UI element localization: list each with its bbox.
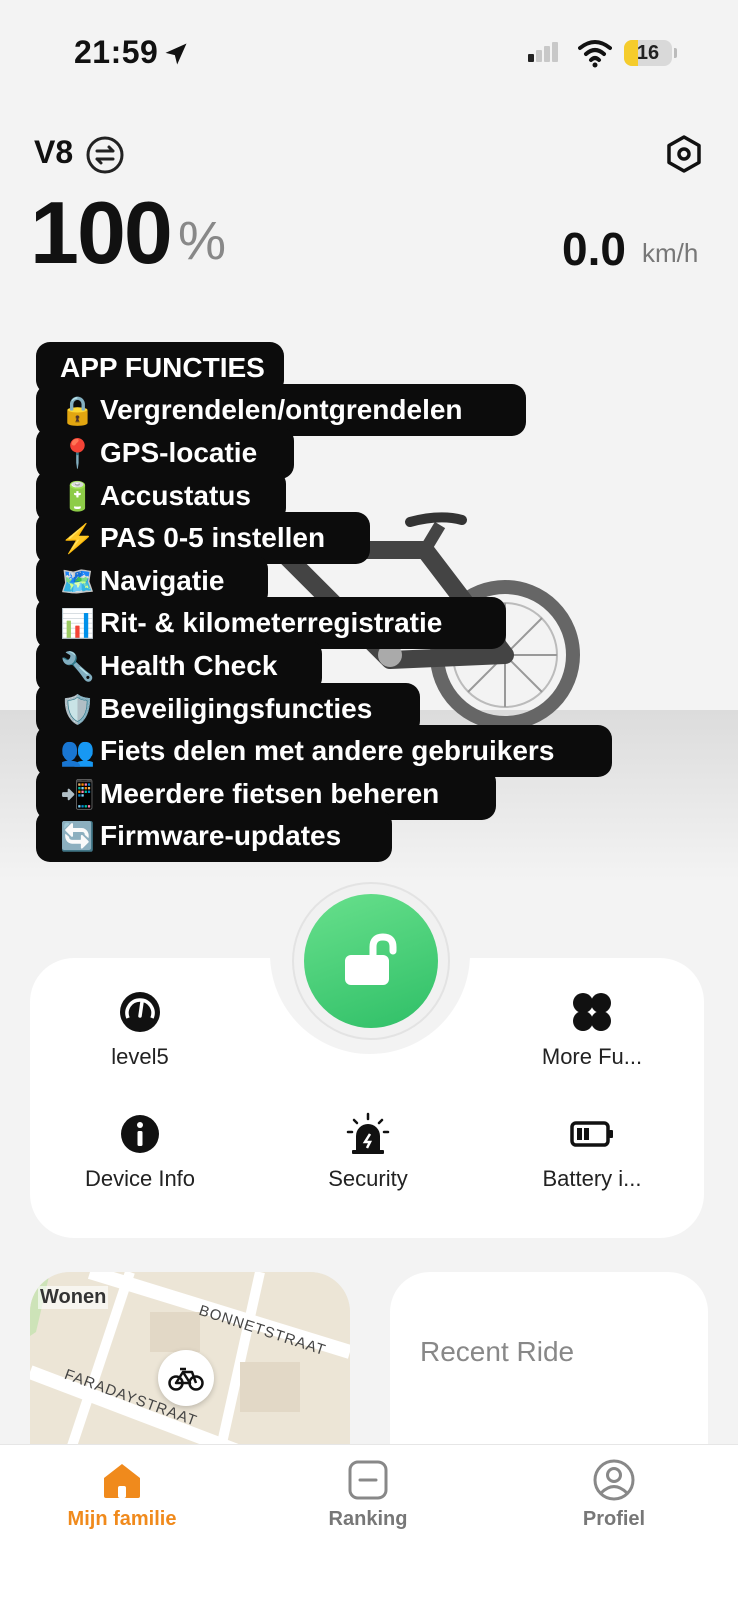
unlock-icon — [345, 933, 397, 985]
pin-icon: 📍 — [60, 437, 95, 469]
settings-hex-icon[interactable] — [664, 134, 704, 174]
overlay-item-text: Accustatus — [100, 480, 251, 511]
battery-info-label: Battery i... — [542, 1166, 642, 1191]
unlock-button[interactable] — [304, 894, 438, 1028]
profile-icon — [593, 1459, 635, 1501]
bike-location-marker[interactable] — [158, 1350, 214, 1406]
overlay-item-text: Beveiligingsfuncties — [100, 693, 373, 724]
status-time: 21:59 — [74, 34, 159, 70]
assist-level-tile[interactable]: level5 — [40, 990, 240, 1070]
map-icon: 🗺️ — [60, 565, 95, 597]
users-icon: 👥 — [60, 735, 95, 767]
overlay-item-text: Navigatie — [100, 565, 225, 596]
tab-profiel[interactable]: Profiel — [514, 1458, 714, 1531]
lock-icon: 🔒 — [60, 394, 95, 426]
overlay-item-text: PAS 0-5 instellen — [100, 522, 326, 553]
recent-ride-title: Recent Ride — [420, 1336, 575, 1367]
overlay-item: 🔄 Firmware-updates — [36, 810, 392, 862]
tab-label: Ranking — [328, 1508, 408, 1530]
battery-icon: 🔋 — [60, 480, 95, 512]
tab-label: Profiel — [582, 1508, 646, 1530]
overlay-item-text: Vergrendelen/ontgrendelen — [100, 394, 463, 425]
overlay-item-text: Firmware-updates — [100, 820, 342, 851]
gauge-icon — [120, 992, 160, 1032]
chart-icon: 📊 — [60, 607, 95, 639]
device-name: V8 — [34, 134, 74, 170]
tab-label: Mijn familie — [67, 1508, 177, 1530]
status-battery-level: 16 — [636, 42, 660, 64]
security-tile[interactable]: Security — [268, 1112, 468, 1192]
lightning-icon: ⚡ — [60, 522, 95, 554]
status-battery-icon: 16 — [624, 40, 672, 66]
tab-mijn-familie[interactable]: Mijn familie — [22, 1458, 222, 1531]
location-arrow-icon — [165, 43, 187, 65]
assist-level-label: level5 — [111, 1044, 169, 1069]
more-functions-tile[interactable]: More Fu... — [492, 990, 692, 1070]
ranking-icon — [348, 1460, 388, 1500]
phone-arrow-icon: 📲 — [60, 778, 95, 810]
clover-grid-icon — [573, 993, 611, 1031]
home-icon — [104, 1464, 140, 1498]
more-functions-label: More Fu... — [541, 1044, 643, 1069]
wrench-icon: 🔧 — [60, 650, 95, 682]
info-icon — [121, 1115, 159, 1153]
bike-icon — [168, 1367, 204, 1391]
overlay-item-text: GPS-locatie — [100, 437, 258, 468]
tab-ranking[interactable]: Ranking — [268, 1458, 468, 1531]
device-info-label: Device Info — [84, 1166, 196, 1191]
device-info-tile[interactable]: Device Info — [40, 1112, 240, 1192]
speed-value: 0.0 — [562, 223, 626, 275]
shield-icon: 🛡️ — [60, 693, 95, 725]
wifi-icon — [578, 40, 612, 68]
battery-nub — [674, 48, 677, 58]
overlay-item-text: Fiets delen met andere gebruikers — [100, 735, 555, 766]
battery-info-tile[interactable]: Battery i... — [492, 1112, 692, 1192]
battery-unit: % — [178, 211, 227, 271]
refresh-icon: 🔄 — [60, 820, 95, 852]
overlay-item-text: Rit- & kilometerregistratie — [100, 607, 443, 638]
battery-percentage: 100 — [30, 183, 173, 282]
overlay-item-text: Health Check — [100, 650, 278, 681]
map-card[interactable]: Wonen BONNETSTRAAT FARADAYSTRAAT — [30, 1272, 350, 1452]
overlay-title-text: APP FUNCTIES — [60, 352, 265, 383]
alarm-siren-icon — [346, 1112, 390, 1154]
speed-unit: km/h — [642, 238, 699, 268]
switch-device-icon[interactable] — [86, 136, 124, 174]
cellular-signal-icon — [528, 42, 560, 62]
battery-icon — [570, 1121, 613, 1147]
map-area-label: Wonen — [38, 1286, 109, 1309]
security-label: Security — [328, 1166, 408, 1191]
overlay-item-text: Meerdere fietsen beheren — [100, 778, 440, 809]
